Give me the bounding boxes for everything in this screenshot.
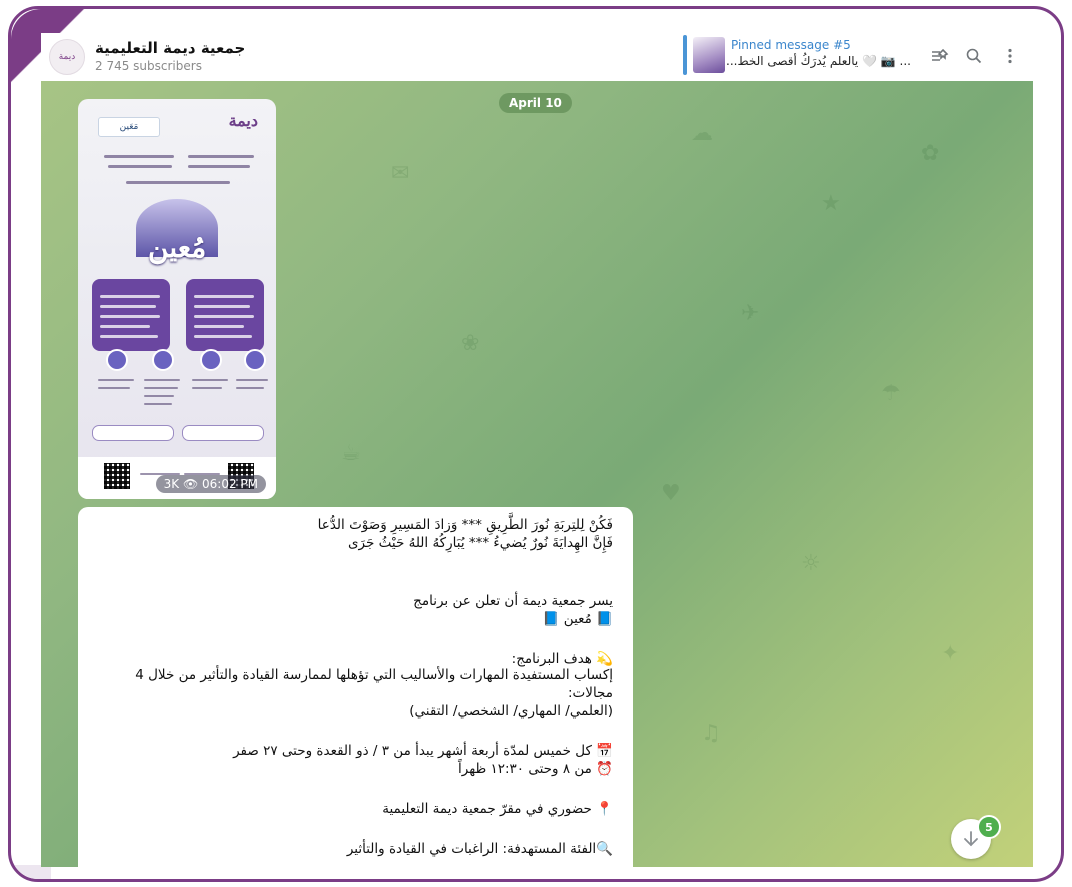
brand-logo: ديمة	[228, 111, 258, 130]
partner-logo: مَعَين	[98, 117, 160, 137]
time-line: ⏰ من ٨ وحتى ١٢:٣٠ ظهراً	[458, 761, 613, 777]
location-line: 📍 حضوري في مقرّ جمعية ديمة التعليمية	[382, 801, 613, 817]
more-icon[interactable]	[997, 43, 1023, 69]
pinned-indicator	[683, 35, 687, 75]
chat-area[interactable]: ☁ ★ ✿ ✈ ☂ ♥ ☼ ✦ ♫ ✉ ❀ ☕ April 10 مَعَين …	[41, 81, 1033, 867]
search-icon[interactable]	[961, 43, 987, 69]
schedule-line: 📅 كل خميس لمدّة أربعة أشهر يبدأ من ٣ / ذ…	[233, 743, 613, 759]
channel-name[interactable]: جمعية ديمة التعليمية	[95, 39, 245, 57]
views-count: 3K	[163, 477, 180, 491]
program-word: مُعين	[148, 231, 207, 264]
pinned-title[interactable]: Pinned message #5	[731, 38, 851, 52]
message-bubble[interactable]: فَكُنْ لِلتِربَةِ نُورَ الطَّرِيقِ *** و…	[78, 507, 633, 867]
poem-line-1: فَكُنْ لِلتِربَةِ نُورَ الطَّرِيقِ *** و…	[317, 517, 613, 533]
message-time: 06:02 PM	[202, 477, 258, 491]
program-name-line: 📘 مُعين 📘	[542, 611, 613, 627]
channel-avatar[interactable]: ديمة	[49, 39, 85, 75]
poster-image[interactable]: مَعَين ديمة مُعين 3K 👁 06:02 PM	[78, 99, 276, 499]
message-meta: 3K 👁 06:02 PM	[155, 475, 266, 493]
page-frame: ديمة جمعية ديمة التعليمية 2 745 subscrib…	[8, 6, 1064, 882]
goal-areas-label: مجالات:	[567, 685, 613, 701]
chat-header: ديمة جمعية ديمة التعليمية 2 745 subscrib…	[41, 33, 1033, 81]
goal-text: إكساب المستفيدة المهارات والأساليب التي …	[135, 667, 613, 683]
date-label: April 10	[499, 93, 572, 113]
eye-icon: 👁	[182, 477, 199, 491]
unread-badge: 5	[977, 815, 1001, 839]
pinned-thumbnail[interactable]	[693, 37, 725, 73]
goal-areas: (العلمي/ المهاري/ الشخصي/ التقني)	[409, 703, 613, 719]
announcement-line: يسر جمعية ديمة أن تعلن عن برنامج	[413, 593, 613, 609]
frame-decoration	[11, 865, 51, 879]
pinned-text[interactable]: ... 📷 🤍 يالعلم يُدرَكُ أقصى الخط...	[726, 54, 911, 68]
poem-line-2: فَإِنَّ الهِدايَةَ نُورٌ يُضيءُ *** يُبَ…	[347, 535, 613, 551]
pinned-list-icon[interactable]	[927, 43, 953, 69]
subscriber-count: 2 745 subscribers	[95, 59, 202, 73]
audience-line: 🔍الفئة المستهدفة: الراغبات في القيادة وا…	[346, 841, 613, 857]
arrow-down-icon	[964, 831, 978, 847]
goal-heading: 💫 هدف البرنامج:	[511, 651, 613, 667]
